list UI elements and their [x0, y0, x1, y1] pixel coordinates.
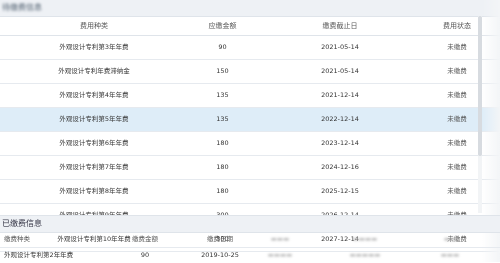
unpaid-section-header: 待缴费信息: [0, 0, 500, 17]
deadline-cell: 2022-12-14: [321, 115, 359, 123]
blurred-placeholder: ▬▬▬: [440, 251, 460, 259]
blurred-placeholder: ▬▬▬: [270, 235, 290, 243]
column-header-deadline: 缴费截止日: [322, 22, 358, 30]
column-header-paid-date: 缴费日期: [207, 235, 233, 243]
blurred-placeholder: ▬▬▬▬: [267, 251, 293, 259]
deadline-cell: 2024-12-16: [321, 163, 359, 171]
column-header-amount-due: 应缴金额: [208, 22, 237, 30]
fee-type-cell: 外观设计专利第4年年费: [59, 91, 129, 99]
column-header-fee-type: 费用种类: [80, 22, 108, 30]
unpaid-section-title: 待缴费信息: [2, 3, 42, 12]
deadline-cell: 2023-12-14: [321, 139, 359, 147]
blurred-placeholder: ▬▬▬▬: [352, 235, 378, 243]
table-row[interactable]: 外观设计专利第7年年费 180 2024-12-16 未缴费: [0, 156, 500, 180]
column-header-paid-type: 缴费种类: [4, 235, 30, 243]
paid-section-header: 已缴费信息: [0, 215, 500, 233]
amount-cell: 180: [216, 187, 229, 195]
blurred-placeholder: ▬▬▬▬▬: [349, 251, 381, 259]
table-row[interactable]: 外观设计专利第4年年费 135 2021-12-14 未缴费: [0, 84, 500, 108]
deadline-cell: 2021-12-14: [321, 91, 359, 99]
column-header-paid-amount: 缴费金额: [132, 235, 158, 243]
table-row[interactable]: 外观设计专利第6年年费 180 2023-12-14 未缴费: [0, 132, 500, 156]
deadline-cell: 2021-05-14: [321, 43, 359, 51]
amount-cell: 150: [216, 67, 229, 75]
paid-amount-cell: 90: [140, 251, 150, 259]
amount-cell: 135: [216, 91, 229, 99]
amount-cell: 180: [216, 163, 229, 171]
amount-cell: 180: [216, 139, 229, 147]
paid-table-header: 缴费种类 缴费金额 缴费日期 ▬▬▬ ▬▬▬▬ ▬▬: [0, 232, 500, 248]
blurred-placeholder: ▬▬: [443, 235, 457, 243]
fee-type-cell: 外观设计专利第7年年费: [59, 163, 129, 171]
fee-type-cell: 外观设计专利第5年年费: [59, 115, 129, 123]
table-row[interactable]: 外观设计专利第2年年费 90 2019-10-25 ▬▬▬▬ ▬▬▬▬▬ ▬▬▬: [0, 248, 500, 263]
deadline-cell: 2025-12-15: [321, 187, 359, 195]
table-row[interactable]: 外观设计专利年费滞纳金 150 2021-05-14 未缴费: [0, 60, 500, 84]
paid-date-cell: 2019-10-25: [201, 251, 239, 259]
paid-section-title: 已缴费信息: [2, 219, 42, 228]
fee-type-cell: 外观设计专利第8年年费: [59, 187, 129, 195]
paid-type-cell: 外观设计专利第2年年费: [4, 251, 74, 259]
fee-type-cell: 外观设计专利第6年年费: [59, 139, 129, 147]
table-row[interactable]: 外观设计专利第3年年费 90 2021-05-14 未缴费: [0, 36, 500, 60]
amount-cell: 90: [218, 43, 227, 51]
amount-cell: 135: [216, 115, 229, 123]
deadline-cell: 2021-05-14: [321, 67, 359, 75]
unpaid-table-header: 费用种类 应缴金额 缴费截止日 费用状态: [0, 17, 500, 36]
table-row[interactable]: 外观设计专利第8年年费 180 2025-12-15 未缴费: [0, 180, 500, 204]
table-row-highlighted[interactable]: 外观设计专利第5年年费 135 2022-12-14 未缴费: [0, 108, 500, 132]
fee-type-cell: 外观设计专利第3年年费: [59, 43, 129, 51]
paid-fees-table: 缴费种类 缴费金额 缴费日期 ▬▬▬ ▬▬▬▬ ▬▬ 外观设计专利第2年年费 9…: [0, 232, 500, 263]
fee-type-cell: 外观设计专利年费滞纳金: [58, 67, 130, 75]
